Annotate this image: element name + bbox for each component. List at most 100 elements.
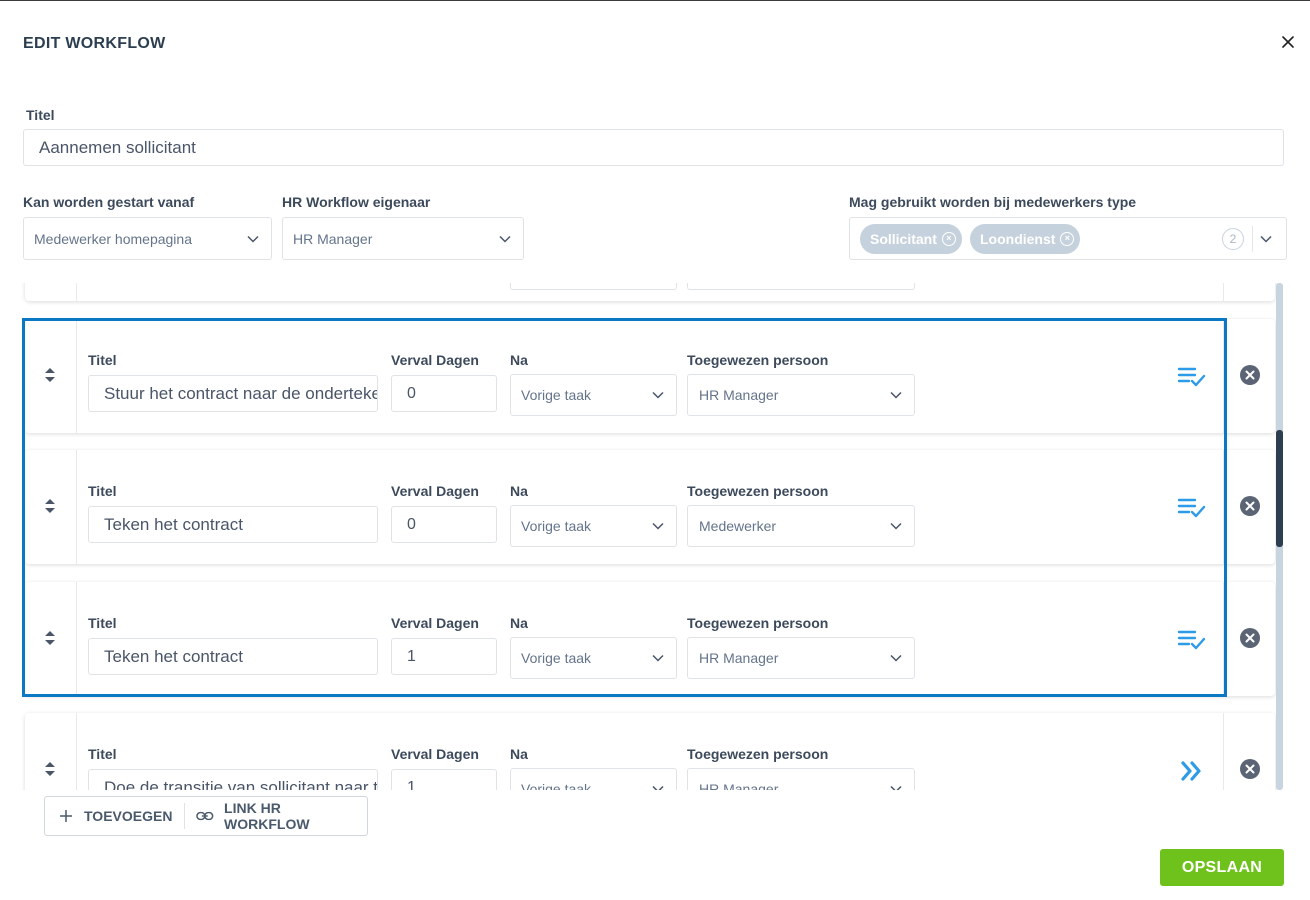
task-assignee-select[interactable]: HR Manager	[687, 637, 915, 679]
tag-remove-icon[interactable]: ×	[1060, 232, 1075, 246]
checklist-icon[interactable]	[1177, 629, 1207, 651]
task-after-label: Na	[510, 746, 528, 762]
drag-column	[25, 319, 77, 433]
drag-column	[25, 283, 77, 301]
remove-task-icon[interactable]	[1239, 758, 1261, 780]
workflow-title-input[interactable]: Aannemen sollicitant	[23, 129, 1284, 166]
drag-column	[25, 450, 77, 564]
task-days-input[interactable]: 0	[391, 506, 497, 543]
task-assignee-value: HR Manager	[699, 650, 779, 666]
selected-count-badge: 2	[1222, 228, 1244, 250]
task-card-previous	[25, 283, 1275, 301]
modal-title: EDIT WORKFLOW	[23, 35, 166, 52]
chevron-down-icon	[652, 391, 664, 399]
task-after-select[interactable]: Vorige taak	[510, 768, 677, 790]
task-title-value: Stuur het contract naar de ondertekenaar	[104, 383, 377, 403]
link-icon	[196, 811, 214, 821]
task-after-label: Na	[510, 483, 528, 499]
task-after-select[interactable]: Vorige taak	[510, 637, 677, 679]
start-from-select[interactable]: Medewerker homepagina	[23, 217, 272, 260]
task-assignee-select[interactable]: Medewerker	[687, 505, 915, 547]
task-assignee-select[interactable]: HR Manager	[687, 374, 915, 416]
divider	[1223, 319, 1224, 433]
task-title-value: Doe de transitie van sollicitant naar to	[104, 777, 378, 791]
task-assignee-label: Toegewezen persoon	[687, 746, 829, 762]
checklist-icon[interactable]	[1177, 497, 1207, 519]
start-from-label: Kan worden gestart vanaf	[23, 194, 195, 210]
task-title-input[interactable]: Teken het contract	[88, 506, 378, 543]
close-icon[interactable]	[1276, 30, 1300, 54]
tag-loondienst: Loondienst ×	[970, 224, 1081, 254]
task-assignee-label: Toegewezen persoon	[687, 615, 829, 631]
link-workflow-button[interactable]: LINK HR WORKFLOW	[185, 797, 367, 835]
double-chevron-right-icon[interactable]	[1177, 760, 1207, 782]
task-list[interactable]: Titel Verval Dagen Na Toegewezen persoon…	[0, 283, 1310, 790]
remove-task-icon[interactable]	[1239, 627, 1261, 649]
plus-icon	[60, 810, 72, 822]
sort-handle-icon[interactable]	[44, 761, 56, 777]
task-assignee-value: Medewerker	[699, 518, 777, 534]
divider	[1223, 713, 1224, 790]
chevron-down-icon	[652, 785, 664, 790]
task-after-value: Vorige taak	[521, 650, 592, 666]
task-after-label: Na	[510, 352, 528, 368]
owner-value: HR Manager	[293, 230, 373, 247]
owner-label: HR Workflow eigenaar	[282, 194, 431, 210]
task-card: Titel Verval Dagen Na Toegewezen persoon…	[25, 713, 1275, 790]
tag-label: Sollicitant	[870, 231, 937, 247]
task-card: Titel Verval Dagen Na Toegewezen persoon…	[25, 582, 1275, 696]
sort-handle-icon[interactable]	[44, 498, 56, 514]
task-assignee-select[interactable]: HR Manager	[687, 768, 915, 790]
drag-column	[25, 582, 77, 696]
chevron-down-icon	[890, 522, 902, 530]
task-title-input[interactable]: Teken het contract	[88, 638, 378, 675]
scrollbar-thumb[interactable]	[1276, 430, 1283, 547]
title-label: Titel	[26, 107, 55, 123]
add-task-button[interactable]: TOEVOEGEN	[45, 797, 184, 835]
remove-task-icon[interactable]	[1239, 364, 1261, 386]
divider	[1223, 450, 1224, 564]
task-days-label: Verval Dagen	[391, 746, 479, 762]
task-title-input[interactable]: Stuur het contract naar de ondertekenaar	[88, 375, 378, 412]
task-title-input[interactable]: Doe de transitie van sollicitant naar to	[88, 769, 378, 790]
chevron-down-icon	[890, 785, 902, 790]
after-select-partial[interactable]	[510, 283, 677, 290]
task-after-select[interactable]: Vorige taak	[510, 505, 677, 547]
sort-handle-icon[interactable]	[44, 367, 56, 383]
remove-task-icon[interactable]	[1239, 495, 1261, 517]
divider	[1252, 226, 1253, 252]
task-days-input[interactable]: 1	[391, 769, 497, 790]
add-task-label: TOEVOEGEN	[84, 808, 173, 824]
link-workflow-label: LINK HR WORKFLOW	[224, 800, 310, 832]
task-days-input[interactable]: 0	[391, 375, 497, 412]
save-button[interactable]: OPSLAAN	[1160, 849, 1284, 886]
task-title-label: Titel	[88, 352, 117, 368]
task-title-value: Teken het contract	[104, 646, 243, 666]
task-days-label: Verval Dagen	[391, 352, 479, 368]
checklist-icon[interactable]	[1177, 366, 1207, 388]
task-days-input[interactable]: 1	[391, 638, 497, 675]
task-title-label: Titel	[88, 483, 117, 499]
owner-select[interactable]: HR Manager	[282, 217, 524, 260]
chevron-down-icon	[652, 654, 664, 662]
divider	[1223, 283, 1224, 301]
task-assignee-label: Toegewezen persoon	[687, 483, 829, 499]
sort-handle-icon[interactable]	[44, 630, 56, 646]
employee-types-label: Mag gebruikt worden bij medewerkers type	[849, 194, 1137, 210]
chevron-down-icon	[890, 654, 902, 662]
task-title-value: Teken het contract	[104, 514, 243, 534]
employee-types-multiselect[interactable]: Sollicitant × Loondienst × 2	[849, 217, 1287, 260]
task-after-value: Vorige taak	[521, 781, 592, 790]
task-after-value: Vorige taak	[521, 518, 592, 534]
task-days-label: Verval Dagen	[391, 615, 479, 631]
task-after-select[interactable]: Vorige taak	[510, 374, 677, 416]
start-from-value: Medewerker homepagina	[34, 230, 192, 247]
chevron-down-icon[interactable]	[1260, 235, 1272, 243]
tag-remove-icon[interactable]: ×	[941, 232, 956, 246]
chevron-down-icon	[247, 235, 259, 243]
drag-column	[25, 713, 77, 790]
task-days-value: 1	[407, 647, 416, 665]
assignee-select-partial[interactable]	[687, 283, 915, 290]
workflow-title-value: Aannemen sollicitant	[39, 137, 196, 157]
chevron-down-icon	[652, 522, 664, 530]
